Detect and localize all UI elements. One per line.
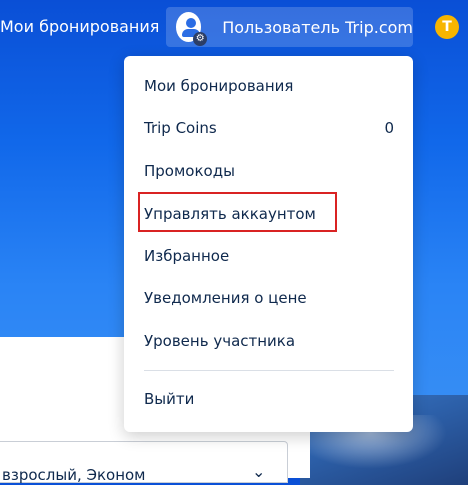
menu-divider bbox=[144, 370, 394, 371]
menu-item-label: Избранное bbox=[144, 247, 230, 265]
menu-item-promo-codes[interactable]: Промокоды bbox=[144, 153, 394, 189]
gear-icon: ⚙ bbox=[193, 32, 208, 46]
menu-item-price-alerts[interactable]: Уведомления о цене bbox=[144, 280, 394, 316]
account-dropdown-menu: Мои бронирования Trip Coins 0 Промокоды … bbox=[124, 56, 413, 432]
chevron-down-icon[interactable]: ⌄ bbox=[252, 462, 265, 481]
user-avatar-icon: ⚙ bbox=[176, 12, 208, 46]
user-name-label: Пользователь Trip.com bbox=[222, 17, 413, 37]
menu-item-my-bookings[interactable]: Мои бронирования bbox=[144, 68, 394, 104]
menu-item-label: Уровень участника bbox=[144, 332, 296, 350]
trip-coin-icon[interactable]: T bbox=[435, 15, 459, 39]
header: Мои бронирования ⚙ Пользователь Trip.com… bbox=[0, 0, 468, 54]
menu-item-trip-coins[interactable]: Trip Coins 0 bbox=[144, 110, 394, 146]
menu-item-label: Trip Coins bbox=[144, 119, 217, 137]
menu-item-member-tier[interactable]: Уровень участника bbox=[144, 323, 394, 359]
user-account-button[interactable]: ⚙ Пользователь Trip.com bbox=[166, 7, 413, 47]
menu-item-favorites[interactable]: Избранное bbox=[144, 238, 394, 274]
menu-item-label: Уведомления о цене bbox=[144, 289, 307, 307]
highlight-box bbox=[138, 192, 337, 232]
menu-item-logout[interactable]: Выйти bbox=[144, 381, 394, 417]
menu-item-label: Промокоды bbox=[144, 162, 235, 180]
passengers-class-value: взрослый, Эконом bbox=[2, 466, 146, 484]
my-bookings-link[interactable]: Мои бронирования bbox=[0, 16, 159, 38]
trip-coins-count: 0 bbox=[384, 119, 394, 137]
logout-label: Выйти bbox=[144, 390, 195, 408]
menu-item-label: Мои бронирования bbox=[144, 77, 294, 95]
